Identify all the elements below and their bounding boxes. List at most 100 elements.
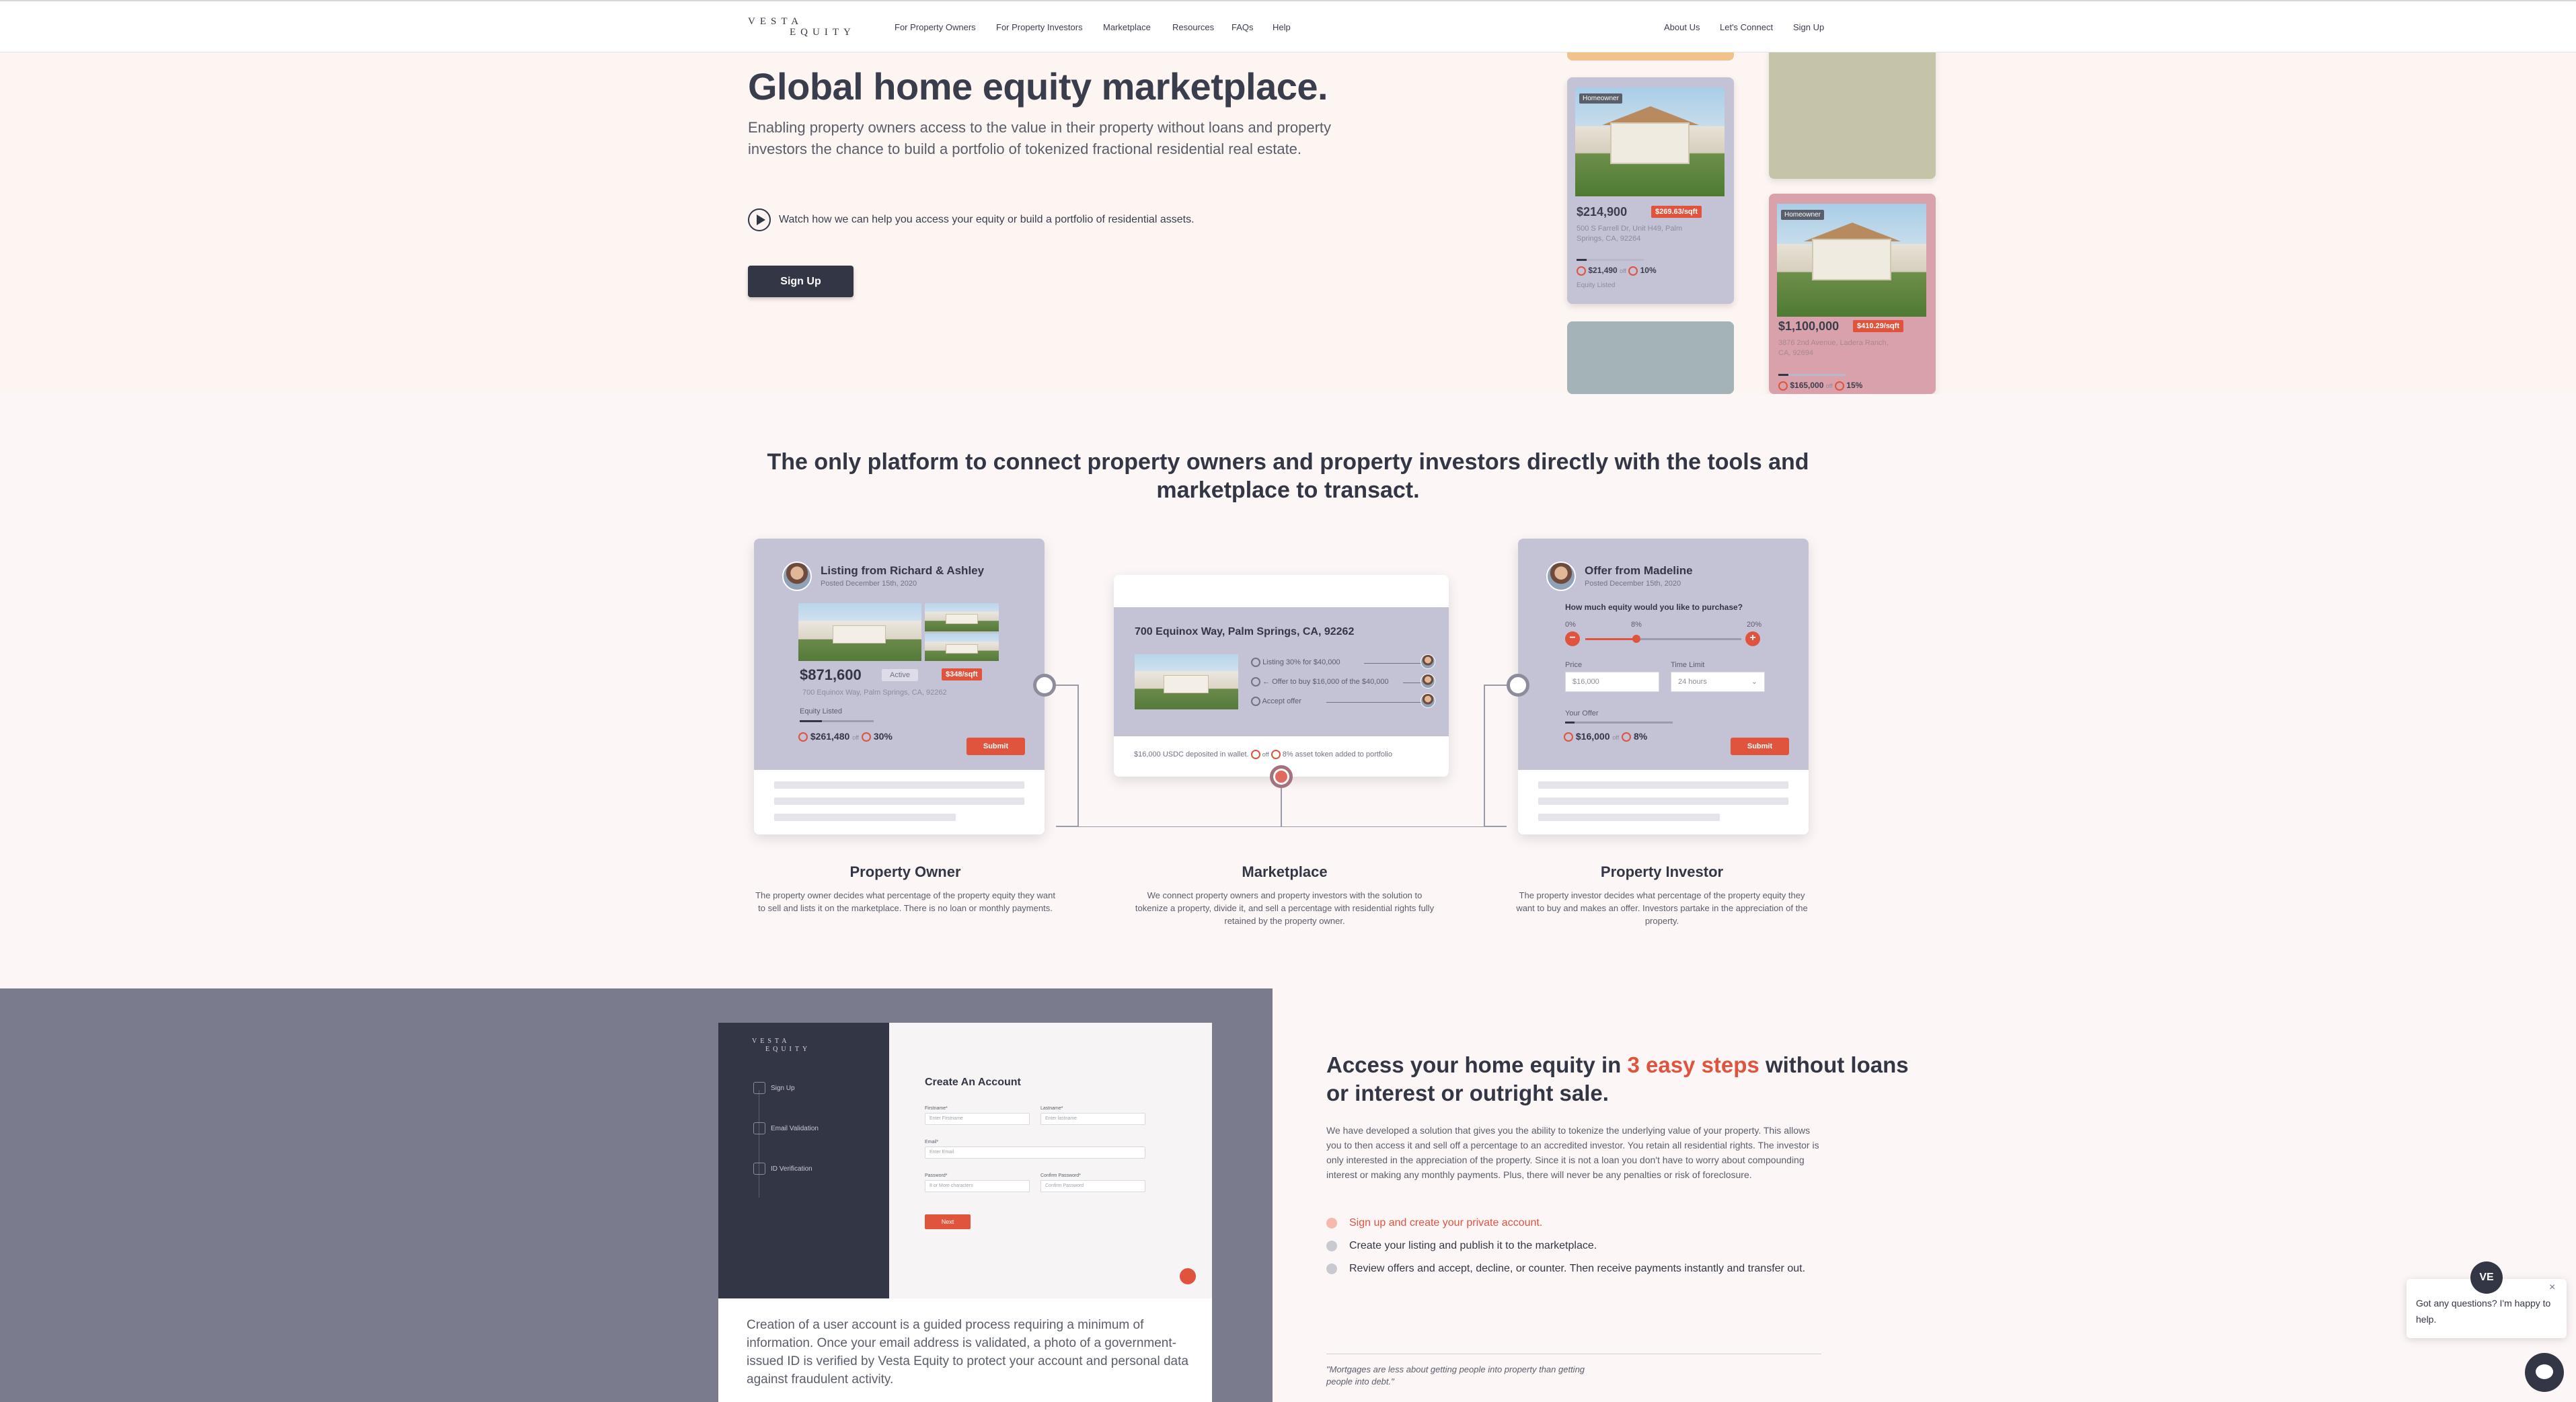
column-text-owner: The property owner decides what percenta… bbox=[755, 890, 1055, 913]
user-avatar bbox=[1420, 674, 1435, 689]
placeholder-line bbox=[774, 781, 1024, 789]
property-address: 500 S Farrell Dr, Unit H49, Palm Springs… bbox=[1577, 225, 1683, 243]
mockup-field-label: Email* bbox=[925, 1140, 939, 1144]
token-icon bbox=[798, 732, 808, 742]
slider-max-label: 20% bbox=[1747, 621, 1762, 629]
logo-line1: VESTA bbox=[748, 16, 804, 27]
token-icon bbox=[1628, 266, 1638, 276]
decrease-icon[interactable]: − bbox=[1565, 631, 1580, 646]
marketplace-photo bbox=[1135, 654, 1238, 709]
placeholder-line bbox=[1538, 797, 1788, 805]
equity-listed-value: $261,480 off 30% bbox=[798, 731, 893, 742]
listing-address: 700 Equinox Way, Palm Springs, CA, 92262 bbox=[802, 689, 947, 697]
equity-listed-label: Equity Listed bbox=[800, 707, 842, 715]
equity-progress-bar bbox=[1577, 259, 1644, 261]
mockup-form-title: Create An Account bbox=[925, 1077, 1021, 1088]
flow-row: ← Offer to buy $16,000 of the $40,000 bbox=[1251, 677, 1389, 687]
column-heading-owner: Property Owner bbox=[849, 863, 961, 880]
watch-video-link[interactable]: Watch how we can help you access your eq… bbox=[748, 208, 1195, 231]
nav-link-property-owners[interactable]: For Property Owners bbox=[895, 22, 976, 32]
price-label: Price bbox=[1565, 661, 1583, 669]
flow-line bbox=[1364, 663, 1422, 664]
property-price: $214,900 bbox=[1577, 205, 1628, 219]
vesta-equity-logo[interactable]: VESTA EQUITY bbox=[748, 16, 856, 40]
mockup-field-label: Firstname* bbox=[925, 1106, 948, 1111]
token-icon bbox=[1250, 750, 1260, 759]
platform-title: The only platform to connect property ow… bbox=[767, 449, 1809, 503]
quote-text: "Mortgages are less about getting people… bbox=[1326, 1364, 1585, 1387]
nav-link-sign-up[interactable]: Sign Up bbox=[1793, 22, 1824, 32]
property-card-placeholder bbox=[1769, 47, 1936, 179]
placeholder-line bbox=[1538, 781, 1788, 789]
seller-avatar bbox=[782, 561, 812, 591]
column-heading-investor: Property Investor bbox=[1600, 863, 1724, 880]
token-icon bbox=[1577, 266, 1586, 276]
nav-link-resources[interactable]: Resources bbox=[1172, 22, 1214, 32]
nav-link-property-investors[interactable]: For Property Investors bbox=[996, 22, 1083, 32]
step-item-2: Create your listing and publish it to th… bbox=[1326, 1239, 1824, 1253]
price-input[interactable]: $16,000 bbox=[1565, 672, 1659, 692]
increase-icon[interactable]: + bbox=[1745, 631, 1760, 646]
mockup-input: Enter Email bbox=[925, 1146, 1145, 1159]
slider-handle[interactable] bbox=[1632, 635, 1640, 643]
watch-video-text: Watch how we can help you access your eq… bbox=[779, 214, 1195, 225]
flow-node bbox=[1507, 674, 1529, 697]
chevron-down-icon: ⌄ bbox=[1751, 678, 1757, 686]
nav-link-about-us[interactable]: About Us bbox=[1664, 22, 1700, 32]
listing-card: Listing from Richard & Ashley Posted Dec… bbox=[754, 539, 1045, 834]
listing-status-badge: Active bbox=[882, 669, 918, 681]
token-icon bbox=[1834, 381, 1844, 391]
equity-slider[interactable] bbox=[1585, 638, 1741, 640]
equity-progress-bar bbox=[800, 720, 874, 722]
equity-progress-bar bbox=[1778, 374, 1846, 376]
placeholder-line bbox=[774, 814, 956, 821]
close-icon[interactable]: × bbox=[2549, 1282, 2555, 1294]
steps-title: Access your home equity in 3 easy steps … bbox=[1326, 1052, 1909, 1105]
price-per-sqft-badge: $269.63/sqft bbox=[1651, 206, 1702, 218]
listing-photo bbox=[925, 633, 999, 661]
marketplace-address: 700 Equinox Way, Palm Springs, CA, 92262 bbox=[1135, 626, 1355, 637]
play-icon[interactable] bbox=[748, 208, 771, 231]
mockup-input: Enter Firstname bbox=[925, 1113, 1030, 1125]
user-icon bbox=[1251, 677, 1260, 687]
mockup-input: Confirm Password bbox=[1040, 1180, 1145, 1192]
nav-link-lets-connect[interactable]: Let's Connect bbox=[1720, 22, 1773, 32]
mockup-step: ID Verification bbox=[753, 1163, 812, 1175]
nav-link-marketplace[interactable]: Marketplace bbox=[1103, 22, 1151, 32]
step-bullet bbox=[1326, 1241, 1337, 1251]
property-address: 3876 2nd Avenue, Ladera Ranch, CA, 92694 bbox=[1778, 339, 1889, 357]
hero-signup-button[interactable]: Sign Up bbox=[748, 266, 854, 297]
nav-link-help[interactable]: Help bbox=[1273, 22, 1291, 32]
mockup-logo: VESTA EQUITY bbox=[752, 1038, 811, 1053]
equity-listed-value: $21,490 off 10% bbox=[1577, 266, 1657, 276]
listing-submit-button[interactable]: Submit bbox=[967, 738, 1025, 755]
step-bullet bbox=[1326, 1263, 1337, 1274]
property-card[interactable]: Homeowner $214,900 $269.63/sqft 500 S Fa… bbox=[1567, 77, 1734, 304]
token-icon bbox=[1622, 732, 1632, 742]
property-card[interactable]: Homeowner $1,100,000 $410.29/sqft 3876 2… bbox=[1769, 194, 1936, 394]
mockup-field-label: Confirm Password* bbox=[1040, 1173, 1081, 1178]
steps-body: We have developed a solution that gives … bbox=[1326, 1125, 1819, 1180]
mockup-input: 8 or More characters bbox=[925, 1180, 1030, 1192]
user-icon bbox=[1251, 697, 1260, 706]
equity-listed-label: Equity Listed bbox=[1577, 282, 1616, 289]
offer-submit-button[interactable]: Submit bbox=[1731, 738, 1789, 755]
column-text-investor: The property investor decides what perce… bbox=[1516, 890, 1808, 926]
listing-title: Listing from Richard & Ashley bbox=[821, 564, 985, 577]
offer-progress-bar bbox=[1565, 722, 1673, 724]
chat-launcher-button[interactable] bbox=[2525, 1353, 2564, 1392]
timelimit-select[interactable]: 24 hours ⌄ bbox=[1671, 672, 1765, 692]
offer-posted-date: Posted December 15th, 2020 bbox=[1585, 580, 1681, 588]
flow-row: Listing 30% for $40,000 bbox=[1251, 658, 1340, 667]
flow-line bbox=[1326, 702, 1422, 703]
token-icon bbox=[861, 732, 871, 742]
nav-link-faqs[interactable]: FAQs bbox=[1232, 22, 1254, 32]
mockup-input: Enter lastname bbox=[1040, 1113, 1145, 1125]
signup-caption-box: Creation of a user account is a guided p… bbox=[718, 1298, 1212, 1402]
slider-value-label: 8% bbox=[1631, 621, 1642, 629]
offer-question: How much equity would you like to purcha… bbox=[1565, 602, 1743, 612]
mockup-field-label: Lastname* bbox=[1040, 1106, 1063, 1111]
flow-connector bbox=[1484, 685, 1507, 827]
mockup-field-label: Password* bbox=[925, 1173, 948, 1178]
property-card-placeholder bbox=[1567, 321, 1734, 394]
